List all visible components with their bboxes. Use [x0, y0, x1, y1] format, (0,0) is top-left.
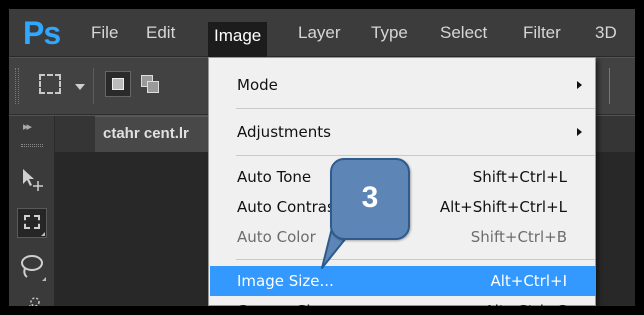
menu-type[interactable]: Type [365, 19, 414, 47]
toolbox-grip[interactable] [21, 144, 43, 147]
menu-item-shortcut: Shift+Ctrl+L [472, 168, 567, 186]
tool-preset-dropdown-icon[interactable] [75, 84, 85, 90]
menu-file[interactable]: File [85, 19, 124, 47]
menu-item-label: Auto Color [237, 228, 316, 246]
menu-item-label: Mode [237, 76, 278, 94]
separator [609, 68, 610, 104]
menu-edit[interactable]: Edit [140, 19, 181, 47]
rectangular-marquee-icon[interactable] [39, 74, 61, 94]
step-number: 3 [361, 181, 379, 214]
move-tool-icon[interactable] [17, 164, 47, 194]
photoshop-logo: Ps [23, 15, 61, 51]
menu-item-adjustments[interactable]: Adjustments [210, 117, 596, 147]
menu-item-label: Adjustments [237, 123, 331, 141]
submenu-arrow-icon [577, 81, 582, 89]
menu-separator [236, 259, 595, 260]
menu-item-mode[interactable]: Mode [210, 70, 596, 100]
step-callout: 3 [330, 158, 410, 240]
quick-selection-icon[interactable] [17, 290, 47, 306]
menu-item-shortcut: Alt+Ctrl+I [490, 272, 567, 290]
menu-item-label: Canvas Size... [237, 296, 342, 306]
rectangular-marquee-tool-icon[interactable] [17, 208, 47, 238]
lasso-tool-icon[interactable] [17, 252, 47, 282]
menu-separator [236, 108, 595, 109]
add-to-selection-icon[interactable] [137, 71, 163, 97]
menu-item-shortcut: Shift+Ctrl+B [470, 228, 567, 246]
menu-3d[interactable]: 3D [589, 19, 623, 47]
menu-item-image-size[interactable]: Image Size... Alt+Ctrl+I [210, 266, 596, 296]
menu-image[interactable]: Image [208, 22, 268, 57]
menu-item-label: Auto Tone [237, 168, 312, 186]
menu-item-shortcut: Alt+Ctrl+C [484, 296, 567, 306]
menu-bar: Ps File Edit Image Layer Type Select Fil… [9, 9, 635, 57]
menu-filter[interactable]: Filter [517, 19, 567, 47]
menu-item-shortcut: Alt+Shift+Ctrl+L [439, 198, 567, 216]
menu-layer[interactable]: Layer [292, 19, 347, 47]
toolbox: ▸▸ [9, 116, 55, 306]
separator [93, 68, 94, 104]
menu-select[interactable]: Select [434, 19, 493, 47]
menu-item-canvas-size[interactable]: Canvas Size... Alt+Ctrl+C [210, 296, 596, 306]
menu-separator [236, 155, 595, 156]
menu-item-label: Auto Contrast [237, 198, 341, 216]
options-bar-grip[interactable] [15, 68, 19, 104]
new-selection-icon[interactable] [105, 71, 131, 97]
collapse-panel-icon[interactable]: ▸▸ [23, 120, 32, 133]
submenu-arrow-icon [577, 128, 582, 136]
screenshot-frame: Ps File Edit Image Layer Type Select Fil… [0, 0, 644, 315]
